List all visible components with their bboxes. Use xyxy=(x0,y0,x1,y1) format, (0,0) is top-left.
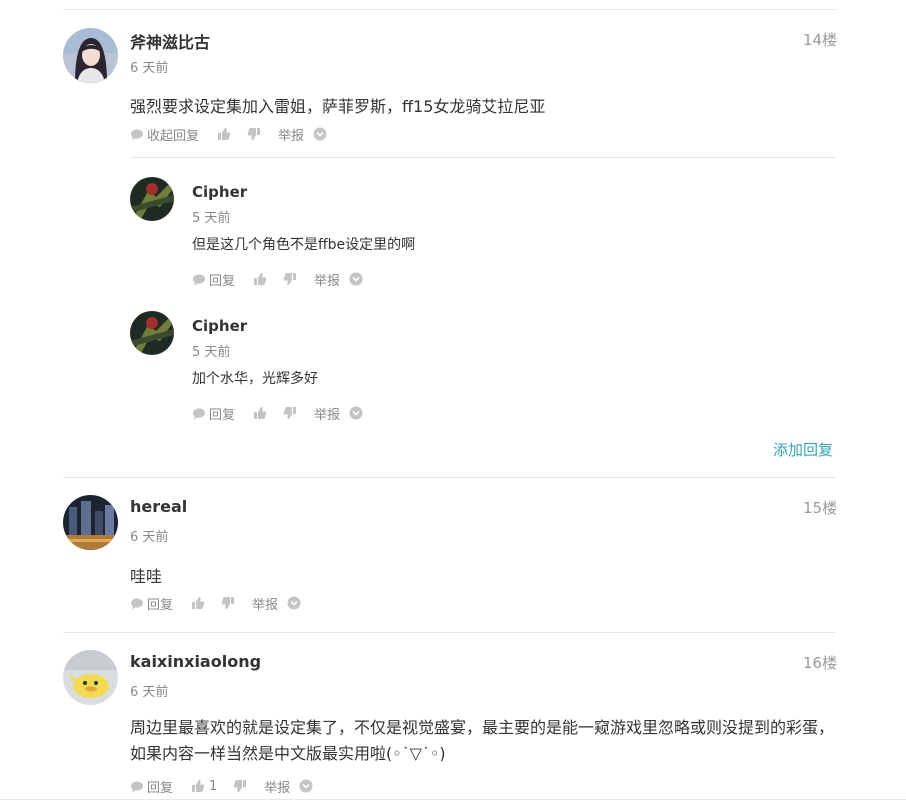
divider xyxy=(0,799,906,800)
more-options-button[interactable] xyxy=(313,127,327,141)
timestamp: 5 天前 xyxy=(192,345,231,360)
comment-actions: 回复 举报 xyxy=(130,594,301,613)
reply-text: 但是这几个角色不是ffbe设定里的啊 xyxy=(192,237,416,253)
collapse-replies-label: 收起回复 xyxy=(147,128,200,144)
username[interactable]: 斧神滋比古 xyxy=(130,29,210,53)
thumbs-down-icon xyxy=(233,779,247,793)
reply-button[interactable]: 回复 xyxy=(192,270,235,289)
dislike-button[interactable] xyxy=(247,127,261,141)
report-button[interactable]: 举报 xyxy=(314,404,340,423)
comment-icon xyxy=(130,127,144,141)
chevron-down-icon xyxy=(349,406,363,420)
timestamp: 6 天前 xyxy=(130,685,169,700)
reply-actions: 回复 举报 xyxy=(192,270,363,289)
divider xyxy=(63,9,837,10)
more-options-button[interactable] xyxy=(349,406,363,420)
thumbs-up-icon xyxy=(253,272,267,286)
reply-label: 回复 xyxy=(147,780,174,796)
chevron-down-icon xyxy=(349,272,363,286)
reply-button[interactable]: 回复 xyxy=(192,404,235,423)
thumbs-down-icon xyxy=(283,406,297,420)
timestamp: 5 天前 xyxy=(192,211,231,226)
comment-text: 哇哇 xyxy=(130,567,163,586)
comment-icon xyxy=(130,779,144,793)
comment-text: 强烈要求设定集加入雷姐，萨菲罗斯，ff15女龙骑艾拉尼亚 xyxy=(130,97,546,116)
like-button[interactable] xyxy=(191,596,205,610)
avatar[interactable] xyxy=(63,495,118,550)
thumbs-up-icon xyxy=(217,127,231,141)
avatar[interactable] xyxy=(63,28,118,83)
reply-button[interactable]: 回复 xyxy=(130,777,173,796)
divider xyxy=(63,477,837,478)
add-reply-link[interactable]: 添加回复 xyxy=(773,439,833,460)
dislike-button[interactable] xyxy=(283,406,297,420)
like-button[interactable]: 1 xyxy=(191,779,217,794)
report-button[interactable]: 举报 xyxy=(314,270,340,289)
reply-label: 回复 xyxy=(147,597,174,613)
floor-number: 15楼 xyxy=(803,499,838,517)
avatar[interactable] xyxy=(130,311,174,355)
comment-icon xyxy=(192,272,206,286)
avatar[interactable] xyxy=(130,177,174,221)
report-button[interactable]: 举报 xyxy=(252,594,278,613)
comment-text: 周边里最喜欢的就是设定集了，不仅是视觉盛宴，最主要的是能一窥游戏里忽略或则没提到… xyxy=(130,718,835,763)
username[interactable]: kaixinxiaolong xyxy=(130,652,261,671)
chevron-down-icon xyxy=(313,127,327,141)
reply-text: 加个水华，光辉多好 xyxy=(192,371,318,387)
thumbs-up-icon xyxy=(253,406,267,420)
comment-actions: 回复 1 举报 xyxy=(130,777,313,796)
comment-icon xyxy=(130,596,144,610)
thumbs-down-icon xyxy=(247,127,261,141)
like-button[interactable] xyxy=(253,272,267,286)
chevron-down-icon xyxy=(299,779,313,793)
floor-number: 14楼 xyxy=(803,31,838,49)
like-count: 1 xyxy=(209,778,218,794)
username[interactable]: Cipher xyxy=(192,183,247,201)
username[interactable]: Cipher xyxy=(192,317,247,335)
divider xyxy=(63,632,837,633)
collapse-replies-button[interactable]: 收起回复 xyxy=(130,125,199,144)
thumbs-down-icon xyxy=(221,596,235,610)
timestamp: 6 天前 xyxy=(130,530,169,545)
comment-actions: 收起回复 举报 xyxy=(130,125,327,144)
like-button[interactable] xyxy=(217,127,231,141)
report-button[interactable]: 举报 xyxy=(264,777,290,796)
dislike-button[interactable] xyxy=(221,596,235,610)
username[interactable]: hereal xyxy=(130,497,187,516)
like-button[interactable] xyxy=(253,406,267,420)
thumbs-up-icon xyxy=(191,596,205,610)
more-options-button[interactable] xyxy=(349,272,363,286)
timestamp: 6 天前 xyxy=(130,61,169,76)
chevron-down-icon xyxy=(287,596,301,610)
dislike-button[interactable] xyxy=(233,779,247,793)
thumbs-up-icon xyxy=(191,779,205,793)
reply-button[interactable]: 回复 xyxy=(130,594,173,613)
reply-label: 回复 xyxy=(209,273,236,289)
comment-icon xyxy=(192,406,206,420)
divider xyxy=(130,157,837,158)
dislike-button[interactable] xyxy=(283,272,297,286)
floor-number: 16楼 xyxy=(803,654,838,672)
more-options-button[interactable] xyxy=(299,779,313,793)
avatar[interactable] xyxy=(63,650,118,705)
report-button[interactable]: 举报 xyxy=(278,125,304,144)
thumbs-down-icon xyxy=(283,272,297,286)
reply-actions: 回复 举报 xyxy=(192,404,363,423)
more-options-button[interactable] xyxy=(287,596,301,610)
reply-label: 回复 xyxy=(209,407,236,423)
